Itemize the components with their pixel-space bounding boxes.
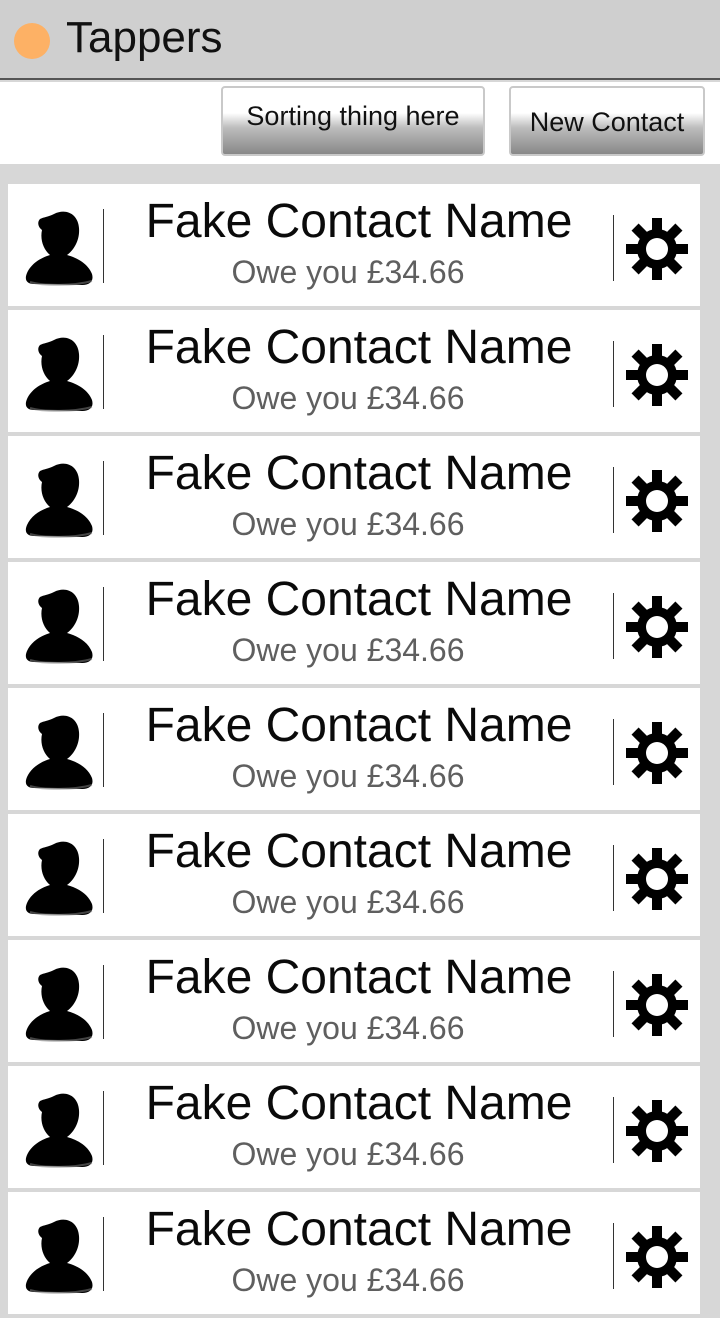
divider [103, 209, 104, 283]
contact-balance: Owe you £34.66 [231, 632, 465, 668]
contact-row[interactable]: Fake Contact Name Owe you £34.66 [8, 1066, 700, 1188]
divider [103, 1091, 104, 1165]
contact-name: Fake Contact Name [145, 447, 573, 500]
person-icon [24, 458, 94, 538]
contact-row[interactable]: Fake Contact Name Owe you £34.66 [8, 184, 700, 306]
divider [613, 1097, 614, 1163]
title-bar: Tappers [0, 0, 720, 80]
divider [613, 1223, 614, 1289]
person-icon [24, 584, 94, 664]
contact-balance: Owe you £34.66 [231, 884, 465, 920]
contact-name: Fake Contact Name [145, 195, 573, 248]
divider [613, 845, 614, 911]
divider [613, 719, 614, 785]
person-icon [24, 332, 94, 412]
contact-balance: Owe you £34.66 [231, 380, 465, 416]
contact-row[interactable]: Fake Contact Name Owe you £34.66 [8, 1192, 700, 1314]
contact-row[interactable]: Fake Contact Name Owe you £34.66 [8, 436, 700, 558]
gear-icon[interactable] [625, 1225, 689, 1289]
person-icon [24, 1214, 94, 1294]
contact-balance: Owe you £34.66 [231, 254, 465, 290]
gear-icon[interactable] [625, 1099, 689, 1163]
contact-row[interactable]: Fake Contact Name Owe you £34.66 [8, 310, 700, 432]
app-circle-icon [14, 23, 50, 59]
contact-name: Fake Contact Name [145, 825, 573, 878]
contact-name: Fake Contact Name [145, 951, 573, 1004]
app-title: Tappers [66, 13, 223, 62]
contact-balance: Owe you £34.66 [231, 758, 465, 794]
divider [103, 965, 104, 1039]
contact-balance: Owe you £34.66 [231, 1010, 465, 1046]
gear-icon[interactable] [625, 217, 689, 281]
contact-row[interactable]: Fake Contact Name Owe you £34.66 [8, 814, 700, 936]
divider [613, 467, 614, 533]
contact-row[interactable]: Fake Contact Name Owe you £34.66 [8, 562, 700, 684]
divider [103, 461, 104, 535]
contact-name: Fake Contact Name [145, 1203, 573, 1256]
contact-balance: Owe you £34.66 [231, 506, 465, 542]
contact-name: Fake Contact Name [145, 321, 573, 374]
contact-row[interactable]: Fake Contact Name Owe you £34.66 [8, 940, 700, 1062]
contact-name: Fake Contact Name [145, 699, 573, 752]
contact-list: Fake Contact Name Owe you £34.66 Fake Cont… [8, 184, 700, 1318]
contact-name: Fake Contact Name [145, 1077, 573, 1130]
gear-icon[interactable] [625, 847, 689, 911]
gear-icon[interactable] [625, 595, 689, 659]
divider [613, 593, 614, 659]
gear-icon[interactable] [625, 469, 689, 533]
divider [103, 587, 104, 661]
divider [103, 839, 104, 913]
divider [613, 341, 614, 407]
divider [613, 971, 614, 1037]
contact-row[interactable]: Fake Contact Name Owe you £34.66 [8, 688, 700, 810]
person-icon [24, 962, 94, 1042]
toolbar: Sorting thing here New Contact [0, 82, 720, 164]
gear-icon[interactable] [625, 973, 689, 1037]
person-icon [24, 1088, 94, 1168]
person-icon [24, 710, 94, 790]
sort-button[interactable]: Sorting thing here [221, 86, 485, 156]
divider [103, 713, 104, 787]
new-contact-button[interactable]: New Contact [509, 86, 705, 156]
gear-icon[interactable] [625, 721, 689, 785]
contact-balance: Owe you £34.66 [231, 1262, 465, 1298]
contact-name: Fake Contact Name [145, 573, 573, 626]
person-icon [24, 836, 94, 916]
gear-icon[interactable] [625, 343, 689, 407]
contact-balance: Owe you £34.66 [231, 1136, 465, 1172]
divider [613, 215, 614, 281]
person-icon [24, 206, 94, 286]
divider [103, 335, 104, 409]
